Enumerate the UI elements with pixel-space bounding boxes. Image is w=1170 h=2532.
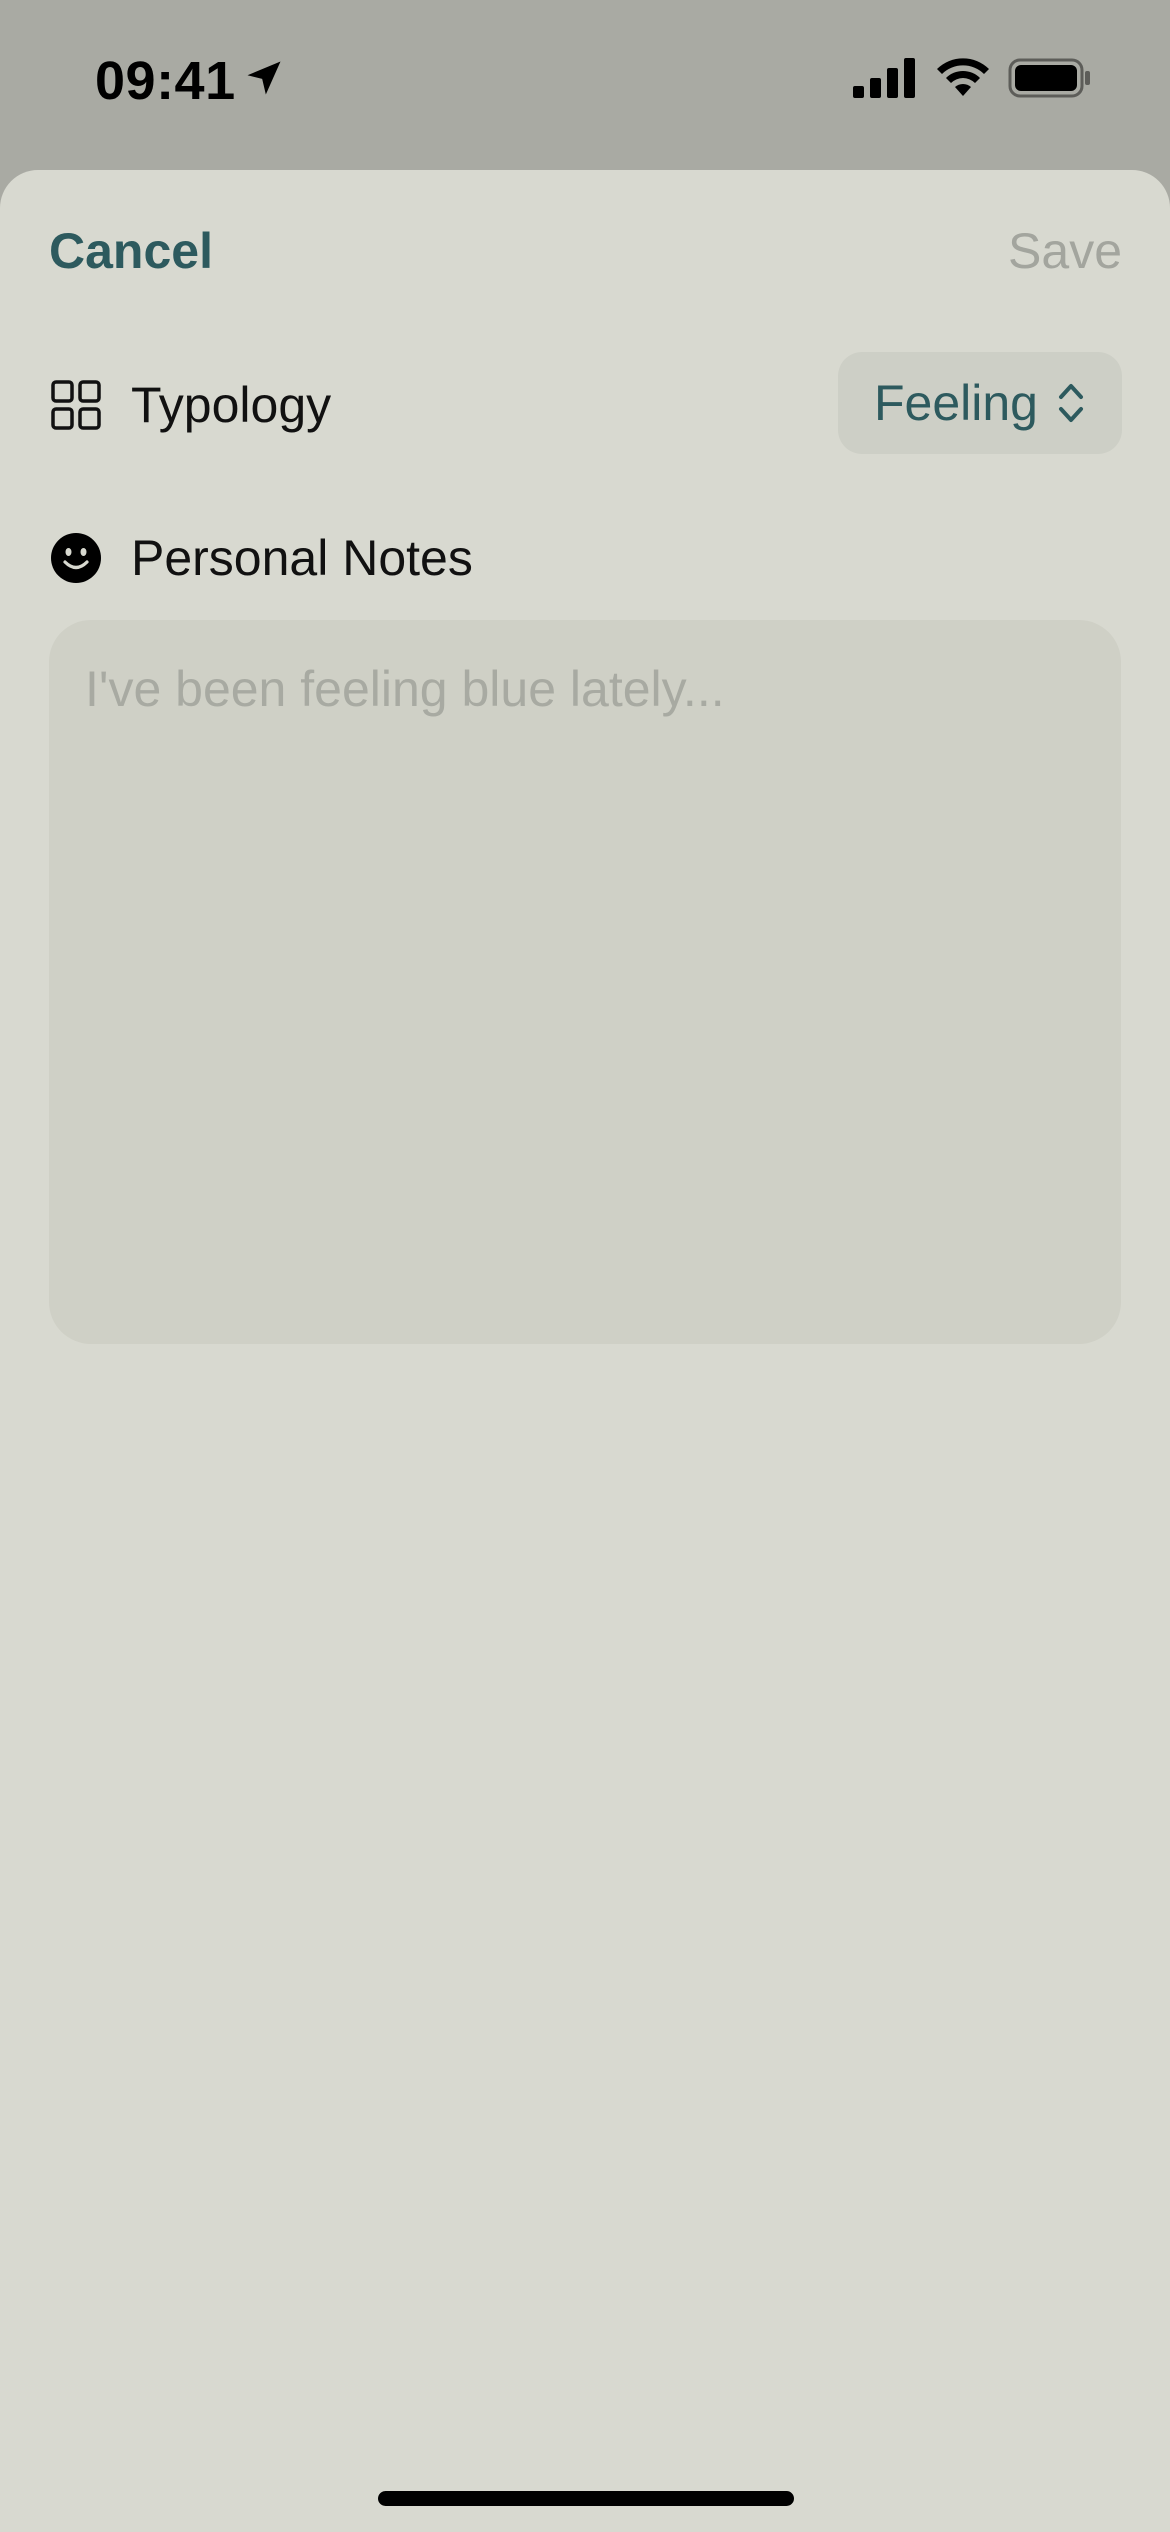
typology-label: Typology	[131, 377, 332, 433]
wifi-icon	[937, 58, 989, 96]
grid-icon	[51, 380, 101, 430]
status-time: 09:41	[95, 51, 236, 111]
modal-sheet: Cancel Save Typology Feeling Personal No…	[0, 170, 1170, 2532]
cellular-signal-icon	[853, 58, 915, 98]
cancel-button[interactable]: Cancel	[49, 222, 213, 280]
smiley-face-icon	[51, 533, 101, 583]
typology-picker[interactable]: Feeling	[838, 352, 1122, 454]
typology-picker-value: Feeling	[874, 375, 1038, 431]
typology-row: Typology	[49, 365, 331, 445]
save-button[interactable]: Save	[1008, 222, 1122, 280]
home-indicator	[378, 2491, 794, 2506]
location-arrow-icon	[247, 61, 281, 95]
battery-icon	[1008, 58, 1090, 98]
status-bar: 09:41	[0, 0, 1170, 160]
personal-notes-row: Personal Notes	[49, 518, 473, 598]
personal-notes-label: Personal Notes	[131, 530, 473, 586]
chevron-up-down-icon	[1059, 384, 1083, 422]
personal-notes-input[interactable]	[49, 620, 1121, 1344]
